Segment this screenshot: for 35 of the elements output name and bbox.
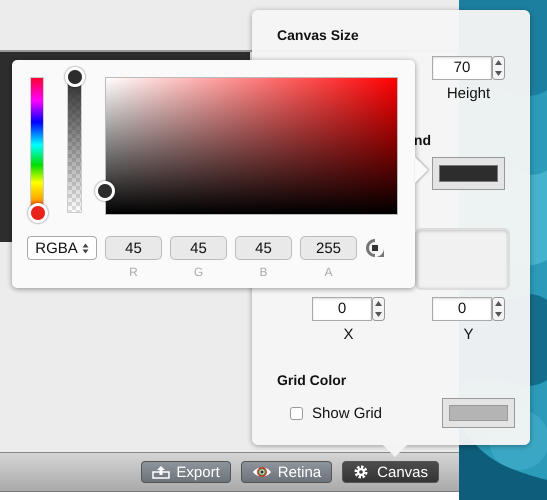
value-field[interactable]: 45 bbox=[105, 236, 162, 260]
checkbox[interactable] bbox=[290, 406, 303, 420]
mode-dropdown[interactable]: RGBA bbox=[27, 236, 97, 260]
toolbar-button[interactable]: Export bbox=[141, 461, 231, 483]
value-field[interactable]: 45 bbox=[235, 236, 292, 260]
color-well[interactable] bbox=[432, 157, 505, 190]
section-heading: Canvas Size bbox=[277, 26, 360, 44]
field-label: Height bbox=[446, 86, 492, 102]
channel-label: B bbox=[258, 265, 268, 279]
checkbox-label: Show Grid bbox=[312, 404, 384, 422]
number-field[interactable]: 0 bbox=[432, 297, 492, 321]
field-label: X bbox=[342, 327, 354, 343]
color-field-thumb[interactable] bbox=[95, 180, 115, 201]
value-field[interactable]: 255 bbox=[300, 236, 357, 260]
channel-label: A bbox=[323, 265, 334, 279]
toolbar-button[interactable]: Canvas bbox=[342, 461, 439, 483]
stepper-icon bbox=[372, 297, 385, 321]
stepper-icon bbox=[492, 297, 505, 321]
toolbar-button[interactable]: Retina bbox=[240, 461, 332, 483]
slider-thumb[interactable] bbox=[64, 67, 84, 87]
eyedropper-icon[interactable] bbox=[365, 238, 385, 258]
number-field[interactable]: 70 bbox=[432, 56, 492, 80]
value-field[interactable]: 45 bbox=[170, 236, 227, 260]
tray-arrow-icon bbox=[152, 465, 170, 479]
number-field[interactable]: 0 bbox=[312, 297, 372, 321]
field-label: Y bbox=[462, 327, 474, 343]
section-heading: nd bbox=[414, 131, 432, 149]
stepper-icon bbox=[492, 56, 505, 80]
eye-icon bbox=[252, 465, 272, 479]
channel-label: R bbox=[128, 265, 139, 279]
updown-icon bbox=[82, 242, 89, 254]
section-heading: Grid Color bbox=[277, 371, 348, 389]
channel-label: G bbox=[192, 265, 204, 279]
slider-thumb[interactable] bbox=[28, 203, 48, 223]
color-well[interactable] bbox=[442, 398, 515, 428]
